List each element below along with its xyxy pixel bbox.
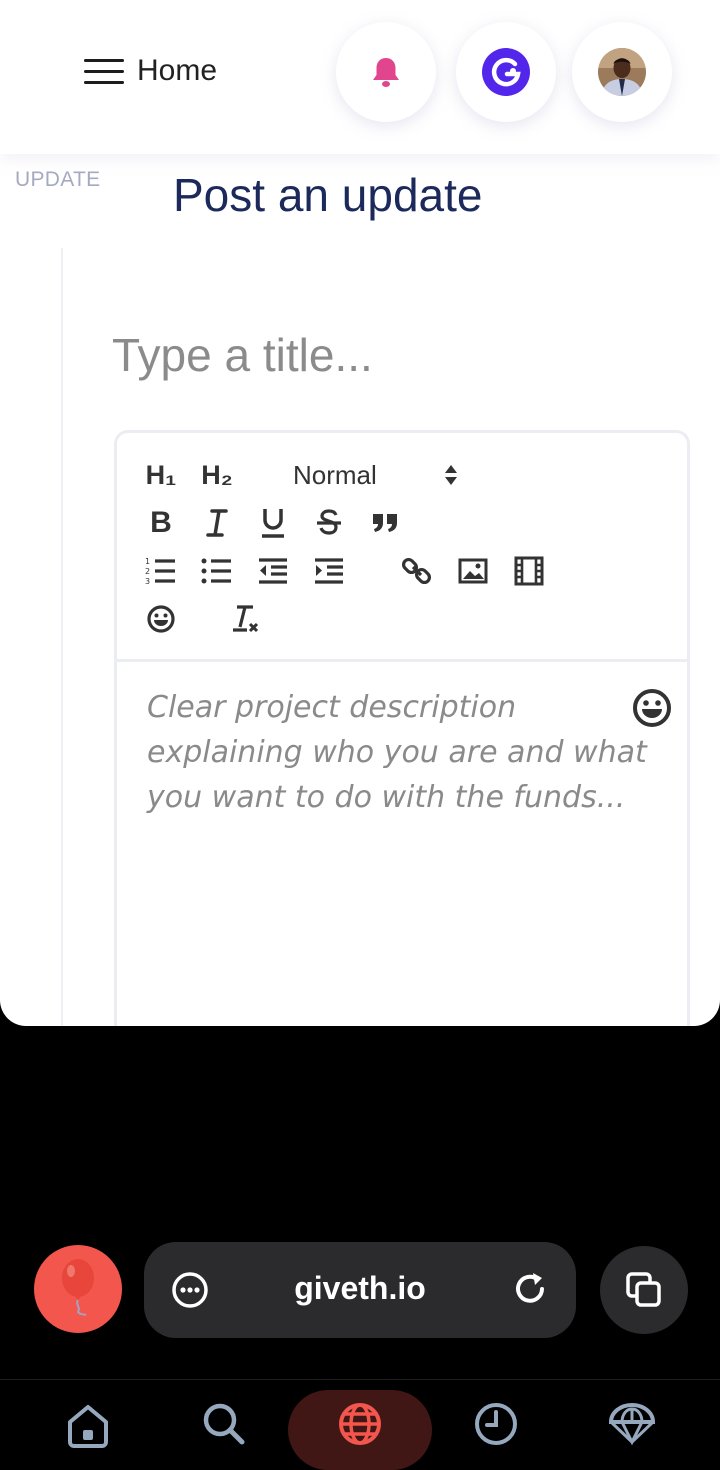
editor-toolbar: H₁ H₂ Normal B 1 2 3 [117, 433, 687, 662]
image-icon [458, 558, 488, 584]
globe-icon[interactable] [336, 1400, 384, 1448]
bell-icon [373, 58, 399, 87]
select-arrows-icon [445, 465, 457, 485]
reload-icon[interactable] [511, 1269, 549, 1307]
bullet-list-button[interactable] [197, 551, 237, 591]
hamburger-icon [84, 56, 124, 86]
page-title: Post an update [173, 169, 483, 221]
user-avatar [598, 48, 646, 96]
wallet-button[interactable] [456, 22, 556, 122]
app-page: Home UPDATE Post an update Type a title.… [0, 0, 720, 1026]
outdent-button[interactable] [253, 551, 293, 591]
bullet-list-icon [201, 558, 231, 584]
indent-icon [315, 558, 343, 584]
link-button[interactable] [397, 551, 437, 591]
parachute-icon[interactable] [608, 1400, 656, 1448]
clear-format-icon [233, 605, 259, 633]
h1-label: H₁ [145, 459, 177, 490]
svg-text:2: 2 [145, 567, 150, 576]
underline-button[interactable] [253, 503, 293, 543]
link-icon [401, 557, 432, 585]
svg-text:1: 1 [145, 557, 150, 566]
description-placeholder[interactable]: Clear project description explaining who… [147, 685, 662, 820]
bold-icon: B [150, 506, 172, 539]
title-input[interactable] [112, 322, 672, 388]
top-header: Home [0, 0, 720, 154]
italic-button[interactable] [197, 503, 237, 543]
quote-icon [373, 514, 397, 532]
bottom-navigation [0, 1379, 720, 1470]
strike-button[interactable] [309, 503, 349, 543]
url-bar[interactable]: giveth.io [144, 1242, 576, 1338]
image-button[interactable] [453, 551, 493, 591]
indent-button[interactable] [309, 551, 349, 591]
section-label: UPDATE [15, 168, 101, 191]
underline-icon [262, 509, 284, 538]
ordered-list-button[interactable]: 123 [141, 551, 181, 591]
video-button[interactable] [509, 551, 549, 591]
blockquote-button[interactable] [365, 503, 405, 543]
home-icon[interactable] [64, 1400, 112, 1448]
h2-button[interactable]: H₂ [197, 455, 237, 495]
menu-button[interactable]: Home [84, 54, 217, 88]
bold-button[interactable]: B [141, 503, 181, 543]
tabs-icon [626, 1272, 661, 1307]
rich-text-editor: H₁ H₂ Normal B 1 2 3 Clear project descr… [114, 430, 690, 1026]
format-select[interactable]: Normal [293, 457, 463, 493]
format-select-value: Normal [293, 459, 377, 490]
svg-text:3: 3 [145, 577, 150, 586]
tabs-button[interactable] [600, 1246, 688, 1334]
strikethrough-icon [317, 509, 341, 535]
home-label: Home [137, 54, 218, 87]
italic-icon [206, 509, 228, 537]
notifications-button[interactable] [336, 22, 436, 122]
outdent-icon [259, 558, 287, 584]
balloon-button[interactable] [34, 1245, 122, 1333]
h2-label: H₂ [201, 459, 233, 490]
divider-line [61, 248, 63, 1026]
profile-button[interactable] [572, 22, 672, 122]
h1-button[interactable]: H₁ [141, 455, 181, 495]
emoji-button[interactable] [141, 599, 181, 639]
browser-toolbar: giveth.io [0, 1230, 720, 1350]
video-icon [514, 556, 544, 586]
giveth-logo-icon [482, 48, 530, 96]
history-icon[interactable] [472, 1400, 520, 1448]
clear-format-button[interactable] [225, 599, 265, 639]
emoji-picker-icon[interactable] [631, 687, 673, 729]
emoji-icon [147, 605, 175, 633]
balloon-icon [62, 1259, 94, 1316]
ordered-list-icon: 123 [145, 557, 175, 586]
search-icon[interactable] [200, 1400, 248, 1448]
